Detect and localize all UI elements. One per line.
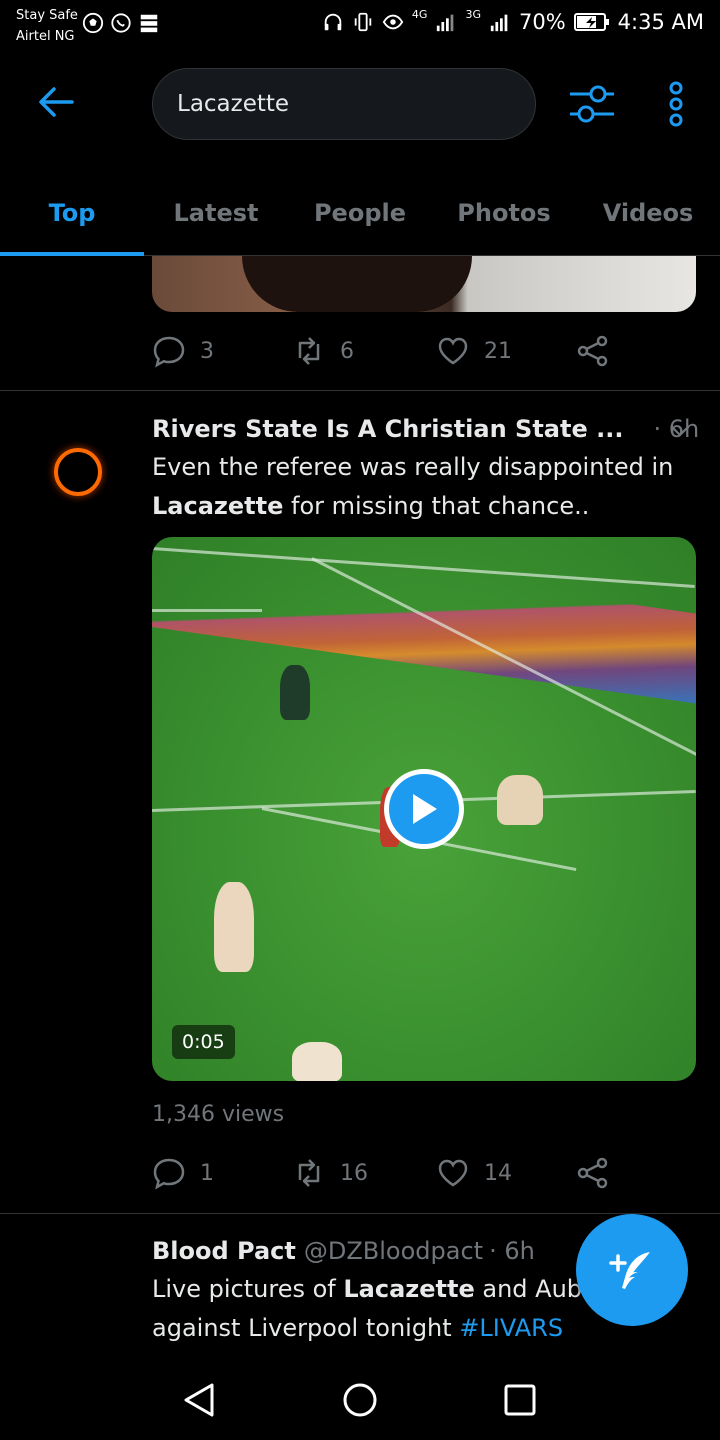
tweet-divider — [0, 390, 720, 391]
share-icon — [577, 335, 608, 367]
like-count: 14 — [484, 1160, 512, 1186]
vibrate-icon — [354, 12, 372, 32]
reply-button[interactable]: 1 — [152, 1156, 292, 1190]
video-duration: 0:05 — [172, 1025, 235, 1059]
share-icon — [577, 1157, 608, 1189]
system-status: 4G 3G 70% 4:35 AM — [322, 7, 704, 34]
retweet-icon — [298, 1159, 320, 1187]
status-bar: Stay Safe Airtel NG 4G 3G 70% 4:35 AM — [0, 0, 720, 50]
tab-top[interactable]: Top — [0, 170, 144, 256]
signal-icon — [437, 14, 454, 32]
tab-people[interactable]: People — [288, 170, 432, 255]
heart-icon — [438, 1159, 468, 1187]
eye-icon — [382, 14, 404, 30]
media-shadow-shape — [242, 256, 472, 312]
play-button[interactable] — [384, 769, 464, 849]
tweet-text-bold: Lacazette — [343, 1275, 475, 1303]
server-icon — [140, 14, 158, 33]
pitch-line — [152, 609, 262, 612]
carrier-line-2: Airtel NG — [16, 29, 75, 44]
retweet-count: 6 — [340, 338, 354, 364]
share-button[interactable] — [576, 1156, 610, 1190]
tweet-text-bold: Lacazette — [152, 492, 284, 520]
like-button[interactable]: 14 — [436, 1156, 576, 1190]
view-count: 1,346 views — [152, 1102, 285, 1127]
player-goalkeeper — [280, 665, 310, 720]
search-tabs: Top Latest People Photos Videos — [0, 170, 720, 256]
reply-count: 1 — [200, 1160, 214, 1186]
tweet-2-video[interactable]: 0:05 — [152, 537, 696, 1081]
compose-feather-icon — [609, 1252, 650, 1289]
avatar[interactable] — [54, 448, 102, 496]
filter-sliders-icon[interactable] — [568, 82, 616, 126]
retweet-icon — [298, 337, 320, 365]
reply-icon — [153, 336, 185, 368]
tab-latest[interactable]: Latest — [144, 170, 288, 255]
headphones-icon — [324, 13, 342, 31]
stadium-crowd — [152, 537, 696, 704]
player-white — [497, 775, 543, 825]
tweet-divider — [0, 1213, 720, 1214]
compose-tweet-button[interactable] — [576, 1214, 688, 1326]
retweet-button[interactable]: 16 — [292, 1156, 436, 1190]
search-input[interactable]: Lacazette — [152, 68, 536, 140]
tweet-text-part-2: for missing that chance.. — [283, 492, 590, 520]
carrier-line-1: Stay Safe — [16, 8, 78, 23]
nav-recents-icon[interactable] — [500, 1380, 540, 1420]
author-name[interactable]: Rivers State Is A Christian State ... — [152, 415, 623, 443]
reply-icon — [153, 1158, 185, 1190]
retweet-button[interactable]: 6 — [292, 334, 436, 368]
tab-photos[interactable]: Photos — [432, 170, 576, 255]
retweet-count: 16 — [340, 1160, 368, 1186]
tab-videos[interactable]: Videos — [576, 170, 720, 255]
battery-percent: 70% — [518, 10, 566, 34]
more-options-icon[interactable] — [664, 80, 688, 128]
reply-button[interactable]: 3 — [152, 334, 292, 368]
share-button[interactable] — [576, 334, 610, 368]
carrier-info: Stay Safe Airtel NG — [16, 5, 78, 47]
chevron-down-icon[interactable] — [668, 418, 692, 442]
tweet-text-part: Even the referee was really disappointed… — [152, 453, 674, 481]
author-name[interactable]: Blood Pact — [152, 1237, 296, 1265]
signal-icon-2 — [490, 14, 508, 32]
tweet-2-text: Even the referee was really disappointed… — [152, 448, 700, 526]
soccer-ball-icon — [82, 12, 104, 34]
back-arrow-icon[interactable] — [36, 82, 76, 122]
clock: 4:35 AM — [617, 10, 704, 34]
android-nav-bar — [0, 1360, 720, 1440]
like-button[interactable]: 21 — [436, 334, 576, 368]
tweet-text-part: Live pictures of — [152, 1275, 344, 1303]
nav-home-icon[interactable] — [340, 1380, 380, 1420]
search-query-text: Lacazette — [177, 91, 290, 117]
tweet-1-actions: 3 6 21 — [152, 334, 610, 368]
tweet-time: · 6h — [489, 1237, 535, 1265]
tweet-2-header: Rivers State Is A Christian State ... · … — [152, 410, 700, 448]
nav-back-icon[interactable] — [180, 1380, 220, 1420]
network-3g-label: 3G — [465, 7, 481, 21]
like-count: 21 — [484, 338, 512, 364]
tweet-1-media[interactable] — [152, 256, 696, 312]
hashtag-link[interactable]: #LIVARS — [459, 1314, 563, 1342]
tweet-text-part-3: against Liverpool tonight — [152, 1314, 460, 1342]
player-white-3 — [292, 1042, 342, 1081]
battery-charging-icon — [573, 13, 609, 31]
heart-icon — [438, 337, 468, 365]
notification-icons — [82, 12, 160, 34]
whatsapp-icon — [111, 13, 131, 33]
reply-count: 3 — [200, 338, 214, 364]
author-handle[interactable]: @DZBloodpact — [304, 1237, 483, 1265]
play-icon — [413, 794, 437, 824]
player-white-2 — [214, 882, 254, 972]
network-4g-label: 4G — [411, 7, 428, 21]
tweet-2-actions: 1 16 14 — [152, 1156, 610, 1190]
